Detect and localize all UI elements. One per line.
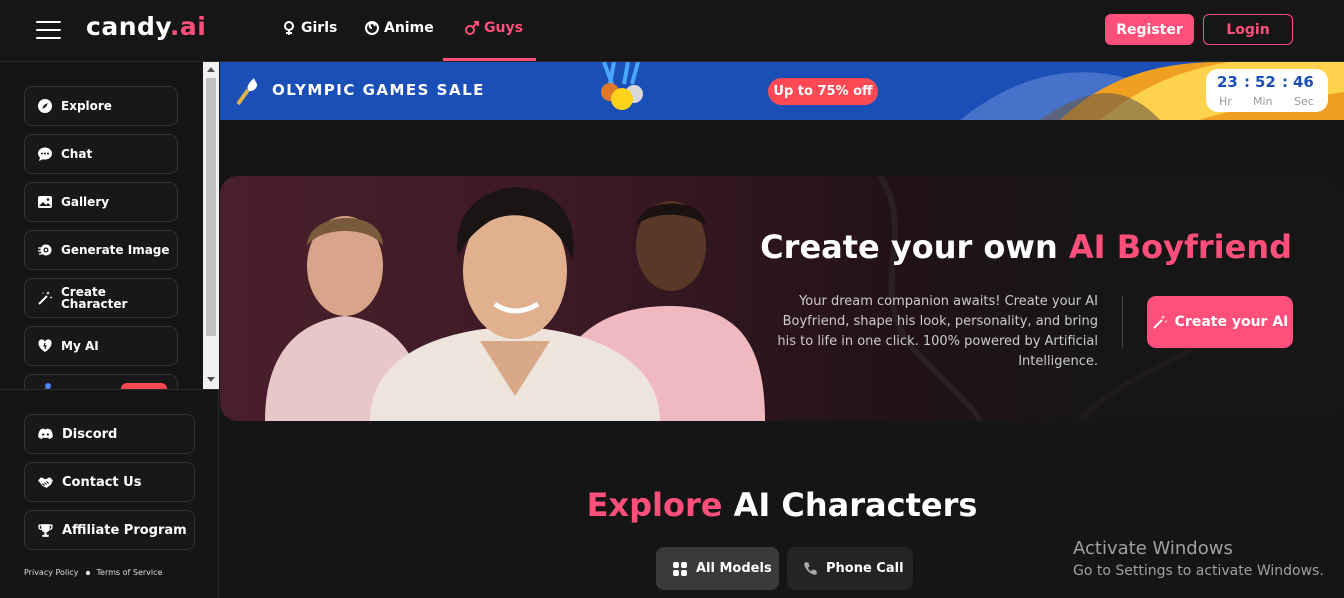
timer-separator: : [1244, 73, 1250, 91]
filter-label: All Models [696, 561, 772, 576]
filter-all-models[interactable]: All Models [656, 547, 779, 590]
windows-activation-watermark: Activate Windows Go to Settings to activ… [1073, 538, 1324, 579]
tab-anime[interactable]: Anime [364, 20, 434, 36]
sidebar-item-label: Discord [62, 426, 118, 442]
sidebar-item-gallery[interactable]: Gallery [24, 182, 178, 222]
login-button[interactable]: Login [1203, 14, 1293, 45]
tab-label: Guys [484, 20, 523, 36]
discord-icon [38, 427, 53, 439]
camera-icon [38, 244, 52, 256]
privacy-policy-link[interactable]: Privacy Policy [24, 568, 79, 577]
scrollbar-thumb[interactable] [206, 78, 216, 336]
top-navigation-bar: candy.ai Girls Anime Guys Register Login [0, 0, 1344, 62]
explore-heading: Explore AI Characters [220, 486, 1344, 524]
timer-hours: 23 [1217, 73, 1238, 91]
timer-hours-label: Hr [1219, 95, 1232, 108]
phone-icon [804, 561, 818, 575]
sidebar-item-label: Affiliate Program [62, 522, 187, 538]
sidebar-item-my-ai[interactable]: My AI [24, 326, 178, 366]
sidebar-item-affiliate-program[interactable]: Affiliate Program [24, 510, 195, 550]
timer-seconds: 46 [1293, 73, 1314, 91]
sidebar-scrollbar[interactable] [203, 62, 219, 389]
sidebar-item-chat[interactable]: Chat [24, 134, 178, 174]
watermark-line2: Go to Settings to activate Windows. [1073, 563, 1324, 579]
sidebar-item-partial[interactable] [24, 374, 178, 389]
timer-separator: : [1282, 73, 1288, 91]
sidebar-item-create-character[interactable]: Create Character [24, 278, 178, 318]
discount-badge: Up to 75% off [768, 78, 878, 105]
tab-label: Anime [384, 20, 434, 36]
magic-wand-icon [38, 291, 53, 305]
dot-separator [85, 570, 90, 575]
hero-divider [1122, 296, 1123, 348]
hamburger-menu-icon[interactable] [36, 21, 61, 39]
countdown-timer: 23 : 52 : 46 Hr Min Sec [1206, 69, 1328, 112]
tab-guys[interactable]: Guys [464, 20, 523, 36]
sale-banner[interactable]: OLYMPIC GAMES SALE Up to 75% off 23 : 52… [220, 62, 1344, 120]
handshake-icon [38, 476, 53, 488]
grid-icon [673, 561, 687, 576]
magic-wand-icon [1152, 315, 1167, 329]
logo-text: candy [86, 12, 170, 41]
sidebar-item-explore[interactable]: Explore [24, 86, 178, 126]
scroll-up-arrow-icon[interactable] [207, 67, 215, 72]
filter-label: Phone Call [826, 561, 904, 576]
image-icon [38, 196, 52, 208]
tab-label: Girls [301, 20, 338, 36]
sidebar-item-label: Gallery [61, 195, 110, 209]
sidebar-item-label-wrap: Create Character [61, 286, 127, 310]
scroll-down-arrow-icon[interactable] [207, 377, 215, 382]
sidebar-scroll-area[interactable]: Explore Chat Gallery Generate Image Crea… [0, 62, 203, 389]
explore-heading-highlight: Explore [586, 486, 723, 524]
banner-title: OLYMPIC GAMES SALE [272, 81, 485, 99]
sidebar-item-label: Generate Image [61, 243, 170, 257]
register-button[interactable]: Register [1105, 14, 1194, 45]
chat-icon [38, 147, 52, 161]
timer-seconds-label: Sec [1294, 95, 1314, 108]
sidebar-divider [0, 389, 219, 390]
sidebar-item-discord[interactable]: Discord [24, 414, 195, 454]
hero-title-plain: Create your own [760, 228, 1069, 266]
medals-icon [601, 62, 643, 110]
legal-links: Privacy Policy Terms of Service [24, 568, 162, 577]
sidebar-item-label: Explore [61, 99, 112, 113]
sidebar-item-contact-us[interactable]: Contact Us [24, 462, 195, 502]
tab-girls[interactable]: Girls [281, 20, 337, 36]
active-tab-indicator [443, 58, 536, 61]
hero-section: Create your own AI Boyfriend Your dream … [220, 176, 1344, 421]
compass-icon [38, 99, 52, 113]
create-your-ai-button[interactable]: Create your AI [1147, 296, 1293, 348]
torch-icon [236, 78, 258, 106]
hero-description: Your dream companion awaits! Create your… [777, 294, 1098, 369]
sidebar-item-label: Chat [61, 147, 93, 161]
logo[interactable]: candy.ai [86, 12, 206, 41]
sidebar-item-label-line2: Character [61, 297, 128, 311]
timer-minutes: 52 [1255, 73, 1276, 91]
sidebar-item-generate-image[interactable]: Generate Image [24, 230, 178, 270]
hero-title: Create your own AI Boyfriend [760, 228, 1292, 266]
trophy-icon [38, 523, 53, 537]
terms-of-service-link[interactable]: Terms of Service [97, 568, 163, 577]
filter-phone-call[interactable]: Phone Call [787, 547, 913, 590]
swirl-icon [365, 21, 379, 35]
timer-minutes-label: Min [1253, 95, 1273, 108]
sidebar-item-label: Contact Us [62, 474, 142, 490]
hero-title-highlight: AI Boyfriend [1068, 228, 1292, 266]
watermark-line1: Activate Windows [1073, 538, 1233, 559]
heart-icon [38, 339, 52, 352]
sidebar-item-label: My AI [61, 339, 99, 353]
create-your-ai-label: Create your AI [1174, 314, 1289, 330]
torch-icon [44, 383, 51, 389]
female-icon [284, 21, 294, 35]
male-icon [465, 21, 479, 35]
sidebar: Explore Chat Gallery Generate Image Crea… [0, 62, 219, 598]
explore-heading-plain: AI Characters [722, 486, 978, 524]
logo-suffix: .ai [169, 12, 207, 41]
